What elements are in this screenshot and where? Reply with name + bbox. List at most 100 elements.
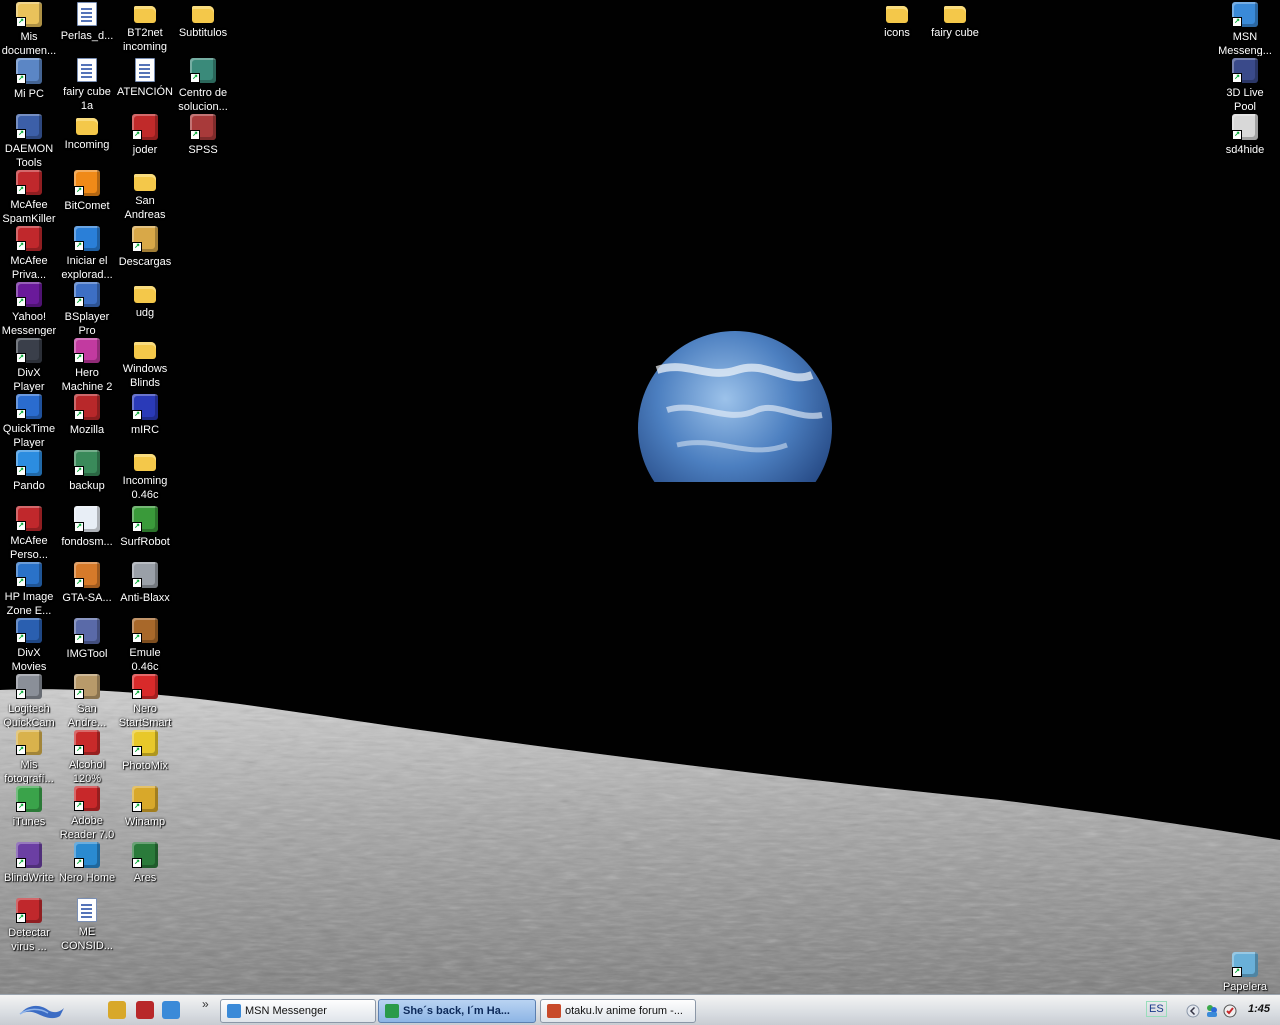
desktop-icon-san-andre[interactable]: ↗ San Andre... <box>58 672 116 728</box>
desktop-icon-yahoo-messenger[interactable]: ↗ Yahoo! Messenger <box>0 280 58 336</box>
shortcut-arrow-icon: ↗ <box>16 352 26 363</box>
desktop-icon-mcafee-priva[interactable]: ↗ McAfee Priva... <box>0 224 58 280</box>
desktop-icon-gta-sa[interactable]: ↗ GTA-SA... <box>58 560 116 616</box>
winamp-icon[interactable] <box>108 1001 126 1019</box>
task-button-label: MSN Messenger <box>245 1005 327 1017</box>
desktop-icon-3d-live-pool[interactable]: ↗ 3D Live Pool <box>1216 56 1274 112</box>
desktop-icon-winamp[interactable]: ↗ Winamp <box>116 784 174 840</box>
desktop-icon-fairy-cube[interactable]: fairy cube <box>926 0 984 56</box>
desktop-icon-me-consid[interactable]: ME CONSID... <box>58 896 116 952</box>
msn-icon[interactable] <box>162 1001 180 1019</box>
desktop-icon-hp-image-zone-e[interactable]: ↗ HP Image Zone E... <box>0 560 58 616</box>
desktop-icon-hero-machine-2[interactable]: ↗ Hero Machine 2 <box>58 336 116 392</box>
desktop-icon-mcafee-perso[interactable]: ↗ McAfee Perso... <box>0 504 58 560</box>
folder-icon <box>134 174 156 191</box>
shortcut-arrow-icon: ↗ <box>74 578 84 588</box>
start-button[interactable] <box>10 1000 68 1020</box>
desktop-icon-surfrobot[interactable]: ↗ SurfRobot <box>116 504 174 560</box>
desktop-icon-ares[interactable]: ↗ Ares <box>116 840 174 896</box>
application-icon: ↗ <box>132 394 158 420</box>
desktop-icon-label: Centro de solucion... <box>178 86 228 112</box>
desktop-icon-joder[interactable]: ↗ joder <box>116 112 174 168</box>
desktop-icon-nero-home[interactable]: ↗ Nero Home <box>58 840 116 896</box>
task-button-1[interactable]: MSN Messenger <box>220 999 376 1023</box>
desktop-icon-itunes[interactable]: ↗ iTunes <box>0 784 58 840</box>
application-icon: ↗ <box>16 114 42 139</box>
shortcut-arrow-icon: ↗ <box>132 746 142 756</box>
desktop-icon-incoming-0-46c[interactable]: Incoming 0.46c <box>116 448 174 504</box>
desktop-icon-spss[interactable]: ↗ SPSS <box>174 112 232 168</box>
desktop-icon-fairy-cube-1a[interactable]: fairy cube 1a <box>58 56 116 112</box>
quick-launch-chevron[interactable]: » <box>202 997 209 1011</box>
desktop-icon-windows-blinds[interactable]: Windows Blinds <box>116 336 174 392</box>
task-button-3[interactable]: otaku.lv anime forum -... <box>540 999 696 1023</box>
application-icon: ↗ <box>74 730 100 755</box>
shortcut-arrow-icon: ↗ <box>16 576 26 587</box>
desktop-icon-pando[interactable]: ↗ Pando <box>0 448 58 504</box>
shortcut-arrow-icon: ↗ <box>74 352 84 363</box>
desktop-icon-atenci-n[interactable]: ATENCIÓN <box>116 56 174 112</box>
language-indicator[interactable]: ES <box>1146 1001 1167 1017</box>
desktop-icon-subtitulos[interactable]: Subtitulos <box>174 0 232 56</box>
desktop-icon-mirc[interactable]: ↗ mIRC <box>116 392 174 448</box>
task-button-2[interactable]: She´s back, I´m Ha... <box>378 999 536 1023</box>
desktop-icon-papelera-de-reciclaje[interactable]: ↗ Papelera de reciclaje <box>1216 950 1274 994</box>
desktop-icon-adobe-reader-7-0[interactable]: ↗ Adobe Reader 7.0 <box>58 784 116 840</box>
desktop-icon-mis-fotograf[interactable]: ↗ Mis fotografí... <box>0 728 58 784</box>
desktop-icon-label: Logitech QuickCam <box>3 702 55 728</box>
application-icon: ↗ <box>1232 58 1258 83</box>
desktop-icon-detectar-virus[interactable]: ↗ Detectar virus ... <box>0 896 58 952</box>
desktop-icon-perlas-d[interactable]: Perlas_d... <box>58 0 116 56</box>
desktop-icon-label: DivX Movies <box>11 646 47 672</box>
taskbar-clock[interactable]: 1:45 <box>1248 1003 1270 1015</box>
desktop-icon-centro-de-solucion[interactable]: ↗ Centro de solucion... <box>174 56 232 112</box>
desktop-icon-icons[interactable]: icons <box>868 0 926 56</box>
desktop-icon-mcafee-spamkiller[interactable]: ↗ McAfee SpamKiller <box>0 168 58 224</box>
desktop-icon-incoming[interactable]: Incoming <box>58 112 116 168</box>
desktop-icon-blindwrite[interactable]: ↗ BlindWrite <box>0 840 58 896</box>
desktop-icon-san-andreas[interactable]: San Andreas <box>116 168 174 224</box>
desktop-icon-backup[interactable]: ↗ backup <box>58 448 116 504</box>
shortcut-arrow-icon: ↗ <box>132 858 142 868</box>
folder-icon <box>76 118 98 135</box>
desktop-icon-label: Incoming <box>64 139 110 151</box>
desktop-icon-label: Emule 0.46c <box>129 646 161 672</box>
desktop-icon-mis-documen[interactable]: ↗ Mis documen... <box>0 0 58 56</box>
desktop-icon-anti-blaxx[interactable]: ↗ Anti-Blaxx <box>116 560 174 616</box>
desktop-icon-sd4hide[interactable]: ↗ sd4hide <box>1216 112 1274 168</box>
desktop-icon-descargas[interactable]: ↗ Descargas <box>116 224 174 280</box>
security-tray-icon[interactable] <box>1222 1003 1238 1019</box>
application-icon: ↗ <box>74 842 100 868</box>
desktop-icon-label: Subtitulos <box>178 27 228 39</box>
desktop-icon-photomix[interactable]: ↗ PhotoMix <box>116 728 174 784</box>
shortcut-arrow-icon: ↗ <box>132 802 142 812</box>
desktop-icon-bitcomet[interactable]: ↗ BitComet <box>58 168 116 224</box>
desktop-icon-quicktime-player[interactable]: ↗ QuickTime Player <box>0 392 58 448</box>
msn-tray-icon[interactable] <box>1204 1003 1220 1019</box>
desktop-icon-imgtool[interactable]: ↗ IMGTool <box>58 616 116 672</box>
desktop-icon-mi-pc[interactable]: ↗ Mi PC <box>0 56 58 112</box>
desktop-icon-bt2net-incoming[interactable]: BT2net incoming <box>116 0 174 56</box>
desktop-icon-divx-movies[interactable]: ↗ DivX Movies <box>0 616 58 672</box>
desktop-icon-msn-messeng[interactable]: ↗ MSN Messeng... <box>1216 0 1274 56</box>
desktop-icon-emule-0-46c[interactable]: ↗ Emule 0.46c <box>116 616 174 672</box>
desktop[interactable]: ↗ Mis documen... ↗ Mi PC ↗ DAEMON Tools ↗ McAfe… <box>0 0 1280 994</box>
tray-expand-icon[interactable] <box>1186 1004 1200 1018</box>
desktop-icon-fondosm[interactable]: ↗ fondosm... <box>58 504 116 560</box>
xp-wave-icon <box>19 1005 64 1019</box>
desktop-icon-mozilla[interactable]: ↗ Mozilla <box>58 392 116 448</box>
desktop-icon-nero-startsmart[interactable]: ↗ Nero StartSmart <box>116 672 174 728</box>
desktop-icon-label: BitComet <box>64 200 110 212</box>
desktop-icon-logitech-quickcam[interactable]: ↗ Logitech QuickCam <box>0 672 58 728</box>
desktop-icon-divx-player[interactable]: ↗ DivX Player <box>0 336 58 392</box>
desktop-icon-iniciar-el-explorad[interactable]: ↗ Iniciar el explorad... <box>58 224 116 280</box>
desktop-icon-daemon-tools[interactable]: ↗ DAEMON Tools <box>0 112 58 168</box>
desktop-icon-alcohol-120[interactable]: ↗ Alcohol 120% <box>58 728 116 784</box>
lunar-surface-wallpaper <box>0 689 1280 994</box>
mozilla-icon[interactable] <box>136 1001 154 1019</box>
desktop-icon-label: Alcohol 120% <box>68 758 106 784</box>
shortcut-arrow-icon: ↗ <box>16 520 26 531</box>
desktop-icon-label: McAfee Perso... <box>10 534 48 560</box>
desktop-icon-bsplayer-pro[interactable]: ↗ BSplayer Pro <box>58 280 116 336</box>
desktop-icon-udg[interactable]: udg <box>116 280 174 336</box>
